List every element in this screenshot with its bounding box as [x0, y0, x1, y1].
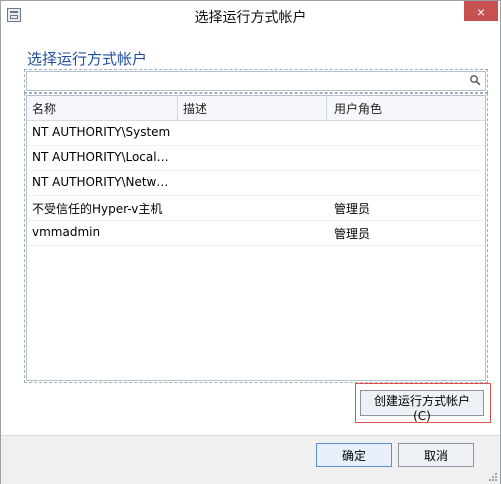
window-title: 选择运行方式帐户 — [194, 10, 307, 26]
column-separator[interactable] — [326, 96, 327, 120]
table-row[interactable]: NT AUTHORITY\System — [27, 120, 485, 146]
column-header-role[interactable]: 用户角色 — [334, 100, 382, 117]
search-icon — [470, 75, 481, 86]
table-row[interactable]: 不受信任的Hyper-v主机 管理员 — [27, 195, 485, 221]
column-header-name[interactable]: 名称 — [32, 100, 56, 117]
row-name: NT AUTHORITY\NetworkService — [32, 175, 175, 189]
dialog-content: 选择运行方式帐户 名称 描述 用户角色 NT AUTHORITY\System … — [9, 31, 492, 431]
row-name: 不受信任的Hyper-v主机 — [32, 202, 163, 216]
list-header: 名称 描述 用户角色 — [27, 96, 485, 121]
dialog-heading: 选择运行方式帐户 — [27, 50, 148, 68]
column-separator[interactable] — [177, 96, 178, 120]
close-button[interactable]: × — [464, 1, 498, 21]
table-row[interactable]: NT AUTHORITY\LocalService — [27, 145, 485, 171]
row-name: vmmadmin — [32, 225, 101, 239]
search-box[interactable] — [24, 69, 488, 93]
row-name: NT AUTHORITY\System — [32, 125, 171, 139]
row-name: NT AUTHORITY\LocalService — [32, 150, 175, 164]
column-header-description[interactable]: 描述 — [183, 100, 207, 117]
create-account-highlight: 创建运行方式帐户(C) — [355, 383, 491, 423]
table-row[interactable]: vmmadmin 管理员 — [27, 220, 485, 246]
ok-button[interactable]: 确定 — [316, 443, 392, 467]
close-icon: × — [476, 4, 486, 20]
cancel-button[interactable]: 取消 — [398, 443, 474, 467]
dialog-footer: 确定 取消 — [1, 435, 500, 484]
row-role: 管理员 — [334, 227, 371, 241]
dialog-window: 选择运行方式帐户 × 选择运行方式帐户 名称 描述 用户角色 NT AUTHOR… — [0, 0, 501, 484]
account-list: 名称 描述 用户角色 NT AUTHORITY\System NT AUTHOR… — [24, 93, 488, 383]
create-account-button[interactable]: 创建运行方式帐户(C) — [360, 390, 484, 423]
row-role: 管理员 — [334, 202, 371, 216]
resize-grip-icon[interactable] — [488, 472, 498, 482]
title-bar: 选择运行方式帐户 × — [1, 1, 500, 31]
search-input[interactable] — [29, 74, 463, 90]
table-row[interactable]: NT AUTHORITY\NetworkService — [27, 170, 485, 196]
